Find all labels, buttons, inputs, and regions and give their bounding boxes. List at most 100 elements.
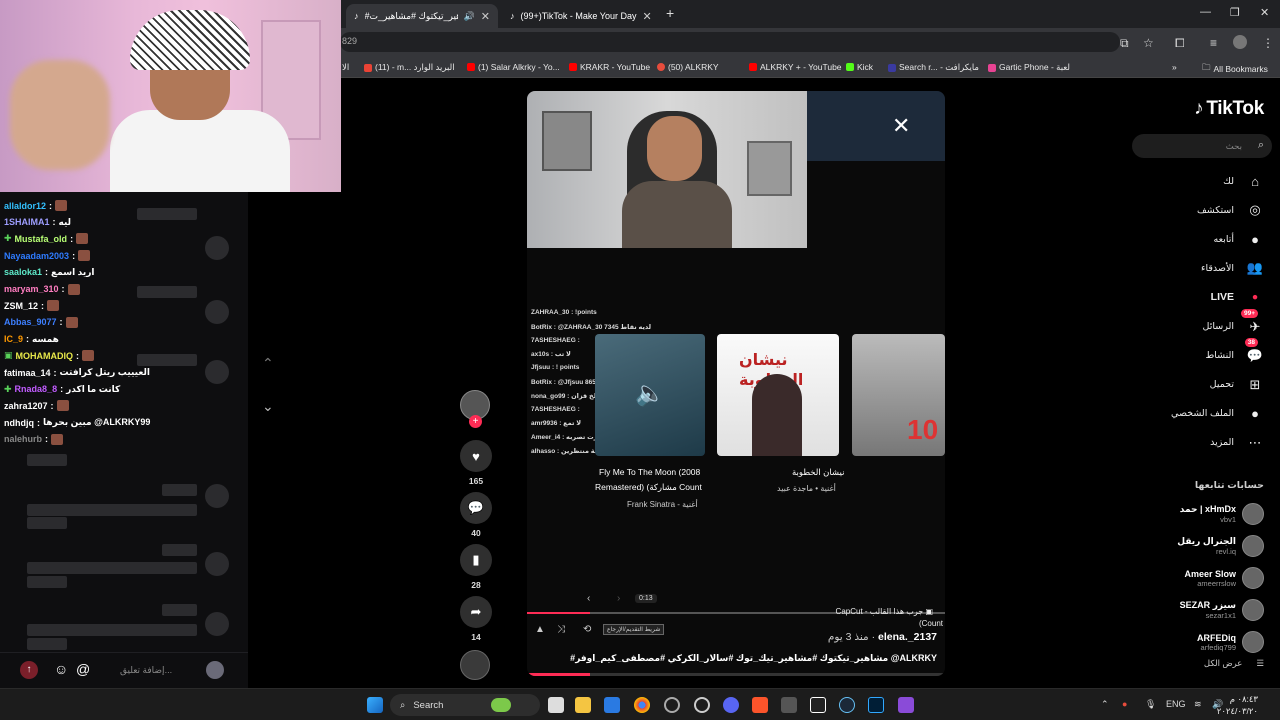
brave-icon[interactable] xyxy=(752,697,768,713)
bookmark-item[interactable]: Gartic Phone - لعبة xyxy=(988,62,1070,73)
steam-icon[interactable] xyxy=(839,697,855,713)
video-player[interactable]: ✕ ZAHRAA_30 : !points BotRix : @ZAHRAA_30… xyxy=(527,91,945,676)
nav-item[interactable]: النشاط 💬 38 xyxy=(1134,337,1264,366)
chat-username[interactable]: saaloka1 xyxy=(4,267,42,277)
mute-icon[interactable]: 🔈 xyxy=(635,379,665,408)
nav-item[interactable]: المزيد ⋯ xyxy=(1134,433,1264,453)
capcut-icon[interactable] xyxy=(810,697,826,713)
search-input[interactable]: بحث ⌕ xyxy=(1132,134,1272,158)
sound-disc-icon[interactable] xyxy=(460,650,490,680)
chat-username[interactable]: fatimaa_14 xyxy=(4,368,51,378)
video-author[interactable]: منذ 3 يوم · elena._2137 xyxy=(828,631,937,643)
nav-item[interactable]: الملف الشخصي ● xyxy=(1134,404,1264,424)
new-tab-button[interactable]: + xyxy=(666,5,674,21)
chat-username[interactable]: ZSM_12 xyxy=(4,301,38,311)
send-button[interactable]: ↑ xyxy=(20,661,38,679)
following-account[interactable]: ARFEDiq arfediq799 xyxy=(1134,628,1264,656)
close-tab-icon[interactable]: ✕ xyxy=(642,10,651,23)
song-card-sinatra[interactable]: 🔈 xyxy=(595,334,705,456)
up-icon[interactable]: ▲ xyxy=(535,624,545,635)
bookmark-item[interactable]: Kick xyxy=(846,62,873,72)
menu-kebab-icon[interactable]: ⋮ xyxy=(1262,36,1274,50)
chat-username[interactable]: Rnada8_8 xyxy=(15,384,58,394)
chat-username[interactable]: Nayaadam2003 xyxy=(4,251,69,261)
bookmark-item[interactable]: (11) - m... البريد الوارد xyxy=(364,62,455,73)
profile-avatar[interactable] xyxy=(1233,35,1247,49)
chat-username[interactable]: ndhdjq xyxy=(4,418,34,428)
chat-username[interactable]: IC_9 xyxy=(4,334,23,344)
nav-item[interactable]: LIVE ● xyxy=(1134,287,1264,307)
follow-plus-icon[interactable]: + xyxy=(469,415,482,428)
song-card-nishan[interactable]: نيشان الخطوبة xyxy=(717,334,839,456)
bookmark-item[interactable]: (50) ALKRKY xyxy=(657,62,719,72)
chat-username[interactable]: nalehurb xyxy=(4,434,42,444)
maximize-icon[interactable]: ❐ xyxy=(1230,6,1240,19)
search-icon[interactable]: ⌕ xyxy=(1258,139,1264,152)
chat-username[interactable]: 1SHAIMA1 xyxy=(4,217,50,227)
chrome-icon[interactable] xyxy=(634,697,650,713)
following-account[interactable]: الجنرال ريقل revl.iq xyxy=(1134,532,1264,560)
media-icon[interactable]: ≡ xyxy=(1210,36,1217,50)
song-card-third[interactable]: 10 xyxy=(852,334,945,456)
file-explorer-icon[interactable] xyxy=(575,697,591,713)
discord-icon[interactable] xyxy=(723,697,739,713)
mention-icon[interactable]: @ xyxy=(76,661,90,677)
address-bar[interactable]: 829 xyxy=(340,32,1120,52)
nav-item[interactable]: لك ⌂ xyxy=(1134,171,1264,191)
nav-item[interactable]: استكشف ◎ xyxy=(1134,200,1264,220)
minimize-icon[interactable]: — xyxy=(1200,6,1211,18)
like-button[interactable]: ♥ xyxy=(460,440,492,472)
capcut-template-link[interactable]: CapCut - جرب هذا القالب ▣ xyxy=(836,607,933,616)
next-video-arrow-icon[interactable]: ⌄ xyxy=(262,398,274,415)
nav-item[interactable]: الأصدقاء 👥 xyxy=(1134,258,1264,278)
mic-icon[interactable]: 🎙 xyxy=(1145,699,1156,710)
taskbar-search[interactable]: ⌕ Search xyxy=(390,694,540,716)
bookmark-item[interactable]: Search r... - مايكرافت xyxy=(888,62,979,73)
following-account[interactable]: SEZAR سيزر sezar1x1 xyxy=(1134,596,1264,624)
close-tab-icon[interactable]: ✕ xyxy=(481,10,490,23)
tray-app-icon[interactable]: ● xyxy=(1122,699,1127,709)
bookmark-item[interactable]: KRAKR - YouTube xyxy=(569,62,650,72)
app-icon[interactable] xyxy=(664,697,680,713)
chat-username[interactable]: MOHAMADIQ xyxy=(16,351,74,361)
windows-start-icon[interactable] xyxy=(367,697,383,713)
extensions-icon[interactable]: ⧠ xyxy=(1175,36,1185,51)
cast-icon[interactable]: ⧉ xyxy=(1120,36,1129,51)
tiktok-logo[interactable]: ♪ TikTok xyxy=(1194,98,1264,120)
nav-item[interactable]: أتابعه ● xyxy=(1134,229,1264,249)
bookmark-item[interactable]: الا xyxy=(342,62,349,73)
tray-chevron-icon[interactable]: ⌃ xyxy=(1101,699,1109,710)
following-account[interactable]: حمد | xHmDx vbv1 xyxy=(1134,500,1264,528)
emoji-icon[interactable]: ☺ xyxy=(54,661,68,677)
task-view-icon[interactable] xyxy=(548,697,564,713)
taskbar-clock[interactable]: ٠٨:٤٣ م ٢٠٢٤/٠٣/٢٠ xyxy=(1217,693,1258,717)
see-all-link[interactable]: عرض الكل ☰ xyxy=(1204,658,1264,669)
nav-item[interactable]: الرسائل ✈ 99+ xyxy=(1134,308,1264,337)
comment-input[interactable]: إضافة تعليق... xyxy=(120,665,172,676)
store-icon[interactable] xyxy=(604,697,620,713)
previous-video-arrow-icon[interactable]: ⌃ xyxy=(262,355,274,372)
bookmark-item[interactable]: (1) Salar Alkrky - Yo... xyxy=(467,62,560,72)
tab-tiktok-video[interactable]: ♪ #مشاهير_تيكتوك #مشاهير_ت... 🔊 ✕ xyxy=(346,4,498,28)
app-icon[interactable] xyxy=(781,697,797,713)
shuffle-icon[interactable]: ⤨ xyxy=(557,624,565,635)
prev-icon[interactable]: ‹ xyxy=(587,593,590,604)
following-account[interactable]: Ameer Slow ameerrslow xyxy=(1134,564,1264,592)
tab-tiktok-home[interactable]: ♪ (99+)TikTok - Make Your Day ✕ xyxy=(502,4,654,28)
close-window-icon[interactable]: ✕ xyxy=(1260,6,1269,19)
video-progress-bar[interactable] xyxy=(527,673,945,676)
chat-username[interactable]: zahra1207 xyxy=(4,401,48,411)
speaker-icon[interactable]: 🔊 xyxy=(464,11,475,22)
comment-button[interactable]: 💬 xyxy=(460,492,492,524)
share-button[interactable]: ➦ xyxy=(460,596,492,628)
chat-username[interactable]: maryam_310 xyxy=(4,284,59,294)
repeat-icon[interactable]: ⟲ xyxy=(583,624,591,635)
nav-item[interactable]: تحميل ⊞ xyxy=(1134,375,1264,395)
next-icon[interactable]: › xyxy=(617,593,620,604)
all-bookmarks[interactable]: 🗀 All Bookmarks xyxy=(1202,62,1268,76)
bookmarks-overflow[interactable]: » xyxy=(1172,62,1177,72)
chat-username[interactable]: Abbas_9077 xyxy=(4,317,57,327)
app-icon[interactable] xyxy=(898,697,914,713)
chat-username[interactable]: allaldor12 xyxy=(4,201,46,211)
bookmark-item[interactable]: ALKRKY + - YouTube xyxy=(749,62,842,72)
